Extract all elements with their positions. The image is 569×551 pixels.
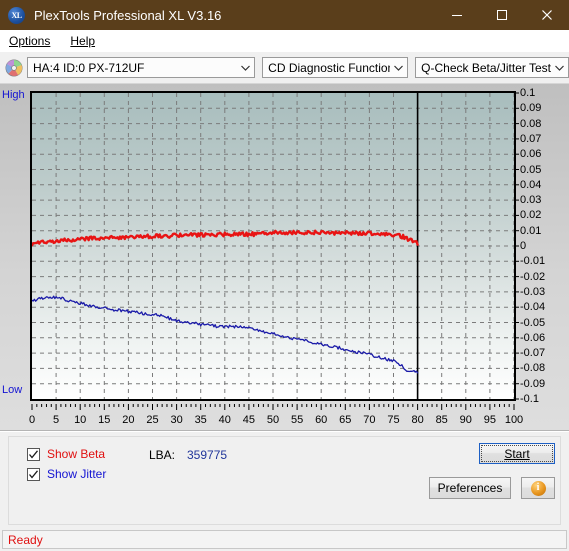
x-tick-label: 60 [315,414,328,426]
show-beta-checkbox-row[interactable]: Show Beta [27,447,105,461]
x-tick-label: 75 [387,414,400,426]
show-beta-checkbox[interactable] [27,447,40,461]
maximize-icon[interactable] [479,0,524,30]
show-jitter-checkbox[interactable] [27,467,40,481]
preferences-button[interactable]: Preferences [429,477,511,499]
x-tick-label: 100 [504,414,524,426]
x-tick-label: 20 [122,414,135,426]
window-buttons [434,0,569,30]
info-icon: i [530,480,546,496]
start-button[interactable]: Start [479,443,555,464]
app-xl-icon: XL [8,6,25,24]
preferences-button-label: Preferences [437,481,503,495]
x-tick-label: 25 [146,414,159,426]
function-select[interactable]: CD Diagnostic Functions [262,57,409,78]
x-axis-tick-marks [31,404,515,410]
status-inner: Ready [2,530,567,549]
x-tick-label: 0 [28,414,36,426]
controls-panel: Show Beta Show Jitter LBA: 359775 Start … [0,431,569,529]
drive-select-value: HA:4 ID:0 PX-712UF [33,60,145,75]
x-tick-label: 90 [459,414,472,426]
axis-label-high: High [2,89,25,101]
menubar: Options Help [0,30,569,52]
info-button[interactable]: i [521,477,555,499]
lba-value: 359775 [187,448,228,462]
x-tick-label: 35 [194,414,207,426]
y-axis-tick-marks [514,92,519,400]
show-jitter-label: Show Jitter [47,467,107,481]
function-select-value: CD Diagnostic Functions [268,60,391,75]
menu-help-label: Help [70,33,96,48]
plextools-window: XL PlexTools Professional XL V3.16 Optio… [0,0,569,551]
statusbar: Ready [0,529,569,551]
x-tick-label: 40 [218,414,231,426]
x-tick-label: 50 [266,414,280,426]
series-beta [32,229,419,247]
controls-group: Show Beta Show Jitter LBA: 359775 Start … [8,436,561,525]
chevron-down-icon [551,65,568,71]
x-tick-label: 65 [339,414,352,426]
show-beta-label: Show Beta [47,447,106,461]
menu-options-label: Options [9,33,51,48]
chart-panel: High Low 0.1 0.09 0.08 0.07 0.06 0.05 0.04 0.03… [0,84,569,431]
minimize-icon[interactable] [434,0,479,30]
disc-icon [5,59,23,76]
x-tick-label: 55 [290,414,304,426]
x-tick-label: 30 [170,414,183,426]
menu-options[interactable]: Options [7,32,59,50]
x-tick-label: 10 [74,414,87,426]
y-axis-ticks: 0.1 0.09 0.08 0.07 0.06 0.05 0.04 0.03 0.02 0.01 0… [514,84,568,416]
x-tick-label: 15 [98,414,111,426]
x-tick-label: 45 [242,414,256,426]
series-jitter [32,295,419,374]
chevron-down-icon [390,65,407,71]
chevron-down-icon [237,65,254,71]
plot-traces [32,229,419,374]
x-tick-label: 5 [53,414,60,426]
close-icon[interactable] [524,0,569,30]
titlebar: XL PlexTools Professional XL V3.16 [0,0,569,30]
lba-label: LBA: [149,448,176,462]
x-axis-ticks: 0 5 10 15 20 25 30 35 40 45 50 55 60 65 70 75 80 85 90 95 10… [0,404,569,430]
start-button-label: Start [504,446,530,461]
x-tick-label: 95 [483,414,497,426]
window-title: PlexTools Professional XL V3.16 [34,7,222,23]
x-tick-label: 85 [435,414,448,426]
test-select[interactable]: Q-Check Beta/Jitter Test [415,57,569,78]
x-tick-label: 70 [363,414,376,426]
menu-help[interactable]: Help [68,32,104,50]
plot-area [30,91,516,401]
test-select-value: Q-Check Beta/Jitter Test [421,60,551,75]
x-tick-label: 80 [411,414,424,426]
axis-label-low: Low [2,384,23,396]
toolbar: HA:4 ID:0 PX-712UF CD Diagnostic Functio… [0,52,569,84]
status-text: Ready [8,532,43,547]
drive-select[interactable]: HA:4 ID:0 PX-712UF [27,57,256,78]
show-jitter-checkbox-row[interactable]: Show Jitter [27,467,106,481]
